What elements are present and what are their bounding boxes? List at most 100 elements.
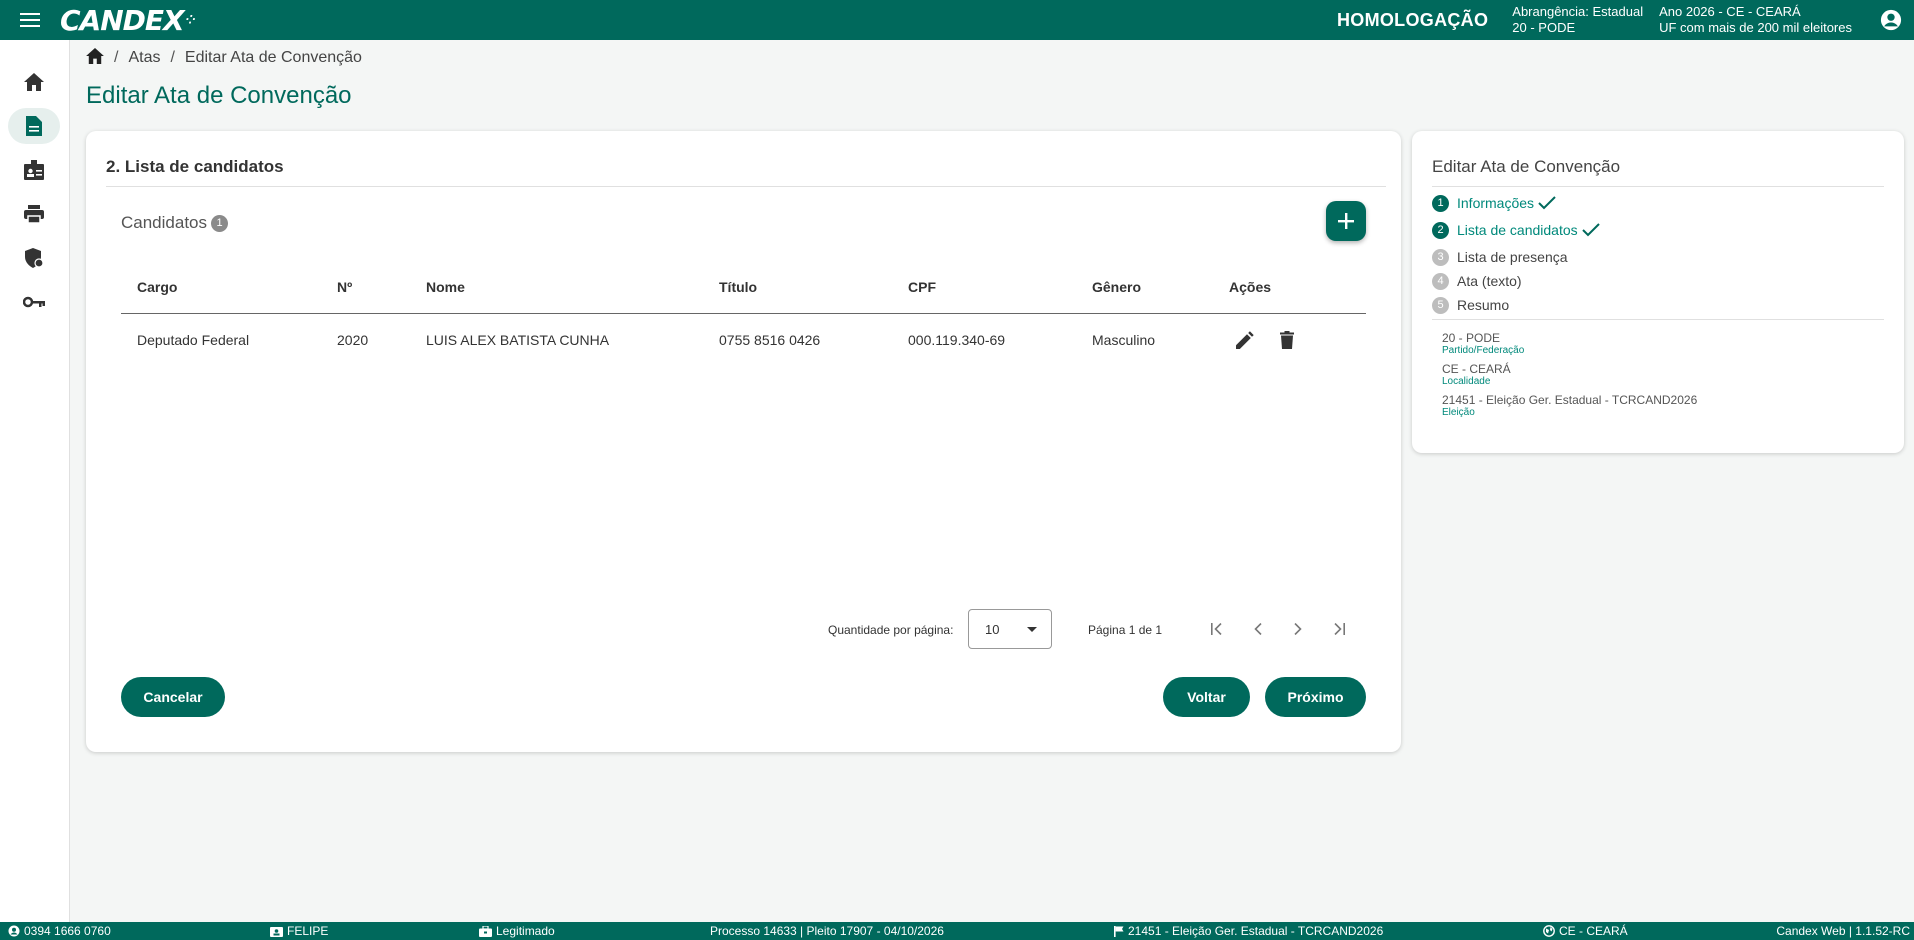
flag-icon bbox=[1114, 925, 1124, 937]
footer-user: FELIPE bbox=[270, 924, 328, 938]
table-row: Deputado Federal 2020 LUIS ALEX BATISTA … bbox=[121, 313, 1366, 367]
footer-version-text: Candex Web | 1.1.52-RC bbox=[1776, 924, 1910, 938]
column-header-genero: Gênero bbox=[1076, 261, 1213, 314]
paginator: Quantidade por página: 10 Página 1 de 1 bbox=[86, 609, 1401, 649]
section-title: 2. Lista de candidatos bbox=[106, 157, 284, 176]
page-size-value: 10 bbox=[985, 621, 1000, 637]
step-label: Informações bbox=[1457, 195, 1535, 211]
breadcrumb: / Atas / Editar Ata de Convenção bbox=[86, 47, 362, 69]
trash-icon bbox=[1279, 331, 1294, 350]
column-header-acoes: Ações bbox=[1213, 261, 1366, 314]
step-label: Lista de presença bbox=[1457, 249, 1568, 265]
environment-label: HOMOLOGAÇÃO bbox=[1336, 9, 1489, 30]
nav-security[interactable] bbox=[8, 240, 60, 276]
step-number: 2 bbox=[1432, 221, 1449, 239]
step-label: Ata (texto) bbox=[1457, 273, 1522, 289]
nav-documents[interactable] bbox=[8, 108, 60, 144]
edit-button[interactable] bbox=[1229, 324, 1261, 356]
meta-election: 21451 - Eleição Ger. Estadual - TCRCAND2… bbox=[1442, 393, 1697, 418]
page-size-label: Quantidade por página: bbox=[828, 623, 954, 637]
briefcase-icon bbox=[479, 925, 492, 937]
steps-card: Editar Ata de Convenção 1 Informações 2 … bbox=[1412, 131, 1904, 453]
steps-title: Editar Ata de Convenção bbox=[1432, 157, 1621, 176]
cell-titulo: 0755 8516 0426 bbox=[719, 332, 821, 349]
app-logo[interactable]: CANDEX ⁘ bbox=[60, 4, 197, 37]
back-button[interactable]: Voltar bbox=[1163, 677, 1250, 717]
key-icon bbox=[23, 296, 45, 308]
cell-cpf: 000.119.340-69 bbox=[908, 332, 1006, 349]
document-icon bbox=[26, 116, 42, 136]
cell-cargo: Deputado Federal bbox=[137, 332, 250, 349]
column-header-titulo: Título bbox=[703, 261, 892, 314]
pencil-icon bbox=[1236, 331, 1254, 350]
breadcrumb-home-icon[interactable] bbox=[86, 47, 104, 69]
cancel-button[interactable]: Cancelar bbox=[121, 677, 225, 717]
scope-line-1: Abrangência: Estadual bbox=[1512, 4, 1644, 19]
account-icon[interactable] bbox=[1868, 0, 1914, 40]
cell-nome: LUIS ALEX BATISTA CUNHA bbox=[426, 332, 610, 349]
step-informacoes[interactable]: 1 Informações bbox=[1432, 193, 1556, 213]
meta-value: CE - CEARÁ bbox=[1442, 362, 1511, 376]
user-circle-icon bbox=[8, 925, 20, 937]
delete-button[interactable] bbox=[1271, 324, 1303, 356]
nav-candidates[interactable] bbox=[8, 152, 60, 188]
footer-user-text: FELIPE bbox=[287, 924, 329, 938]
table-header-row: Cargo Nº Nome Título CPF Gênero Ações bbox=[121, 261, 1366, 314]
first-page-icon bbox=[1211, 623, 1222, 635]
breadcrumb-item-atas[interactable]: Atas bbox=[128, 49, 160, 67]
year-line-2: UF com mais de 200 mil eleitores bbox=[1659, 20, 1852, 35]
plus-icon bbox=[1338, 213, 1354, 229]
previous-page-button[interactable] bbox=[1244, 615, 1272, 643]
steps-divider bbox=[1432, 186, 1884, 187]
column-header-cpf: CPF bbox=[892, 261, 1076, 314]
step-lista-candidatos[interactable]: 2 Lista de candidatos bbox=[1432, 220, 1600, 240]
meta-divider bbox=[1432, 319, 1884, 320]
column-header-nome: Nome bbox=[410, 261, 703, 314]
meta-locality: CE - CEARÁ Localidade bbox=[1442, 362, 1511, 387]
check-icon bbox=[1538, 196, 1556, 210]
breadcrumb-separator: / bbox=[170, 49, 175, 66]
footer-process: Processo 14633 | Pleito 17907 - 04/10/20… bbox=[710, 924, 944, 938]
step-lista-presenca[interactable]: 3 Lista de presença bbox=[1432, 247, 1568, 267]
step-label: Lista de candidatos bbox=[1457, 222, 1578, 238]
add-candidate-button[interactable] bbox=[1326, 201, 1366, 241]
scope-line-2: 20 - PODE bbox=[1512, 20, 1576, 35]
footer-election: 21451 - Eleição Ger. Estadual - TCRCAND2… bbox=[1114, 924, 1383, 938]
dropdown-caret-icon bbox=[1027, 627, 1037, 632]
year-info: Ano 2026 - CE - CEARÁ UF com mais de 200… bbox=[1659, 4, 1852, 36]
menu-icon[interactable] bbox=[0, 0, 60, 40]
breadcrumb-item-current: Editar Ata de Convenção bbox=[184, 49, 362, 66]
logo-dots-icon: ⁘ bbox=[185, 13, 197, 27]
step-ata-texto[interactable]: 4 Ata (texto) bbox=[1432, 271, 1522, 291]
step-number: 5 bbox=[1432, 296, 1449, 314]
last-page-icon bbox=[1334, 623, 1345, 635]
nav-access[interactable] bbox=[8, 284, 60, 320]
last-page-button[interactable] bbox=[1324, 615, 1352, 643]
next-page-button[interactable] bbox=[1284, 615, 1312, 643]
scope-info: Abrangência: Estadual 20 - PODE bbox=[1512, 4, 1643, 36]
meta-value: 20 - PODE bbox=[1442, 331, 1501, 345]
year-line-1: Ano 2026 - CE - CEARÁ bbox=[1659, 4, 1801, 19]
step-number: 1 bbox=[1432, 194, 1449, 212]
breadcrumb-separator: / bbox=[114, 49, 119, 66]
home-icon bbox=[24, 73, 44, 91]
logo-text: CANDEX bbox=[60, 3, 185, 37]
first-page-button[interactable] bbox=[1204, 615, 1232, 643]
step-number: 4 bbox=[1432, 272, 1449, 290]
footer-process-text: Processo 14633 | Pleito 17907 - 04/10/20… bbox=[710, 924, 944, 938]
footer-election-text: 21451 - Eleição Ger. Estadual - TCRCAND2… bbox=[1128, 924, 1384, 938]
nav-home[interactable] bbox=[8, 64, 60, 100]
badge-icon bbox=[24, 160, 44, 180]
step-label: Resumo bbox=[1457, 297, 1510, 313]
footer-status-text: Legitimado bbox=[496, 924, 555, 938]
page-size-select[interactable]: 10 bbox=[968, 609, 1052, 649]
candidates-card: 2. Lista de candidatos Candidatos 1 Carg… bbox=[86, 131, 1401, 752]
printer-icon bbox=[24, 205, 44, 223]
column-header-cargo: Cargo bbox=[121, 261, 321, 314]
cell-genero: Masculino bbox=[1092, 332, 1156, 349]
nav-print[interactable] bbox=[8, 196, 60, 232]
id-card-icon bbox=[270, 926, 283, 937]
next-button[interactable]: Próximo bbox=[1265, 677, 1366, 717]
step-number: 3 bbox=[1432, 248, 1449, 266]
step-resumo[interactable]: 5 Resumo bbox=[1432, 295, 1509, 315]
